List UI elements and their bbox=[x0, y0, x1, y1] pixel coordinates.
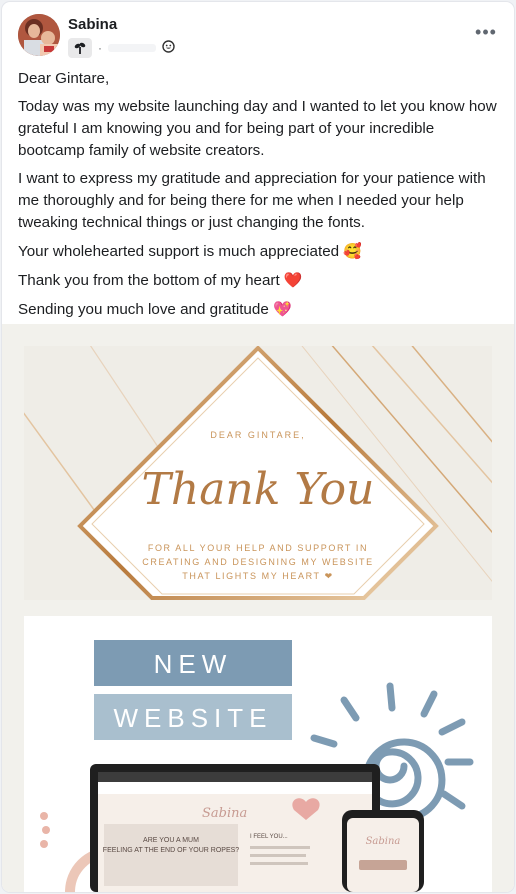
timestamp-blurred bbox=[108, 44, 156, 52]
message-line: CREATING AND DESIGNING MY WEBSITE bbox=[142, 557, 374, 567]
post-paragraph: Today was my website launching day and I… bbox=[18, 98, 497, 159]
svg-text:Sabina: Sabina bbox=[202, 806, 247, 821]
group-badge-icon[interactable] bbox=[68, 38, 92, 58]
post-media: DEAR GINTARE, Thank You FOR ALL YOUR HEL… bbox=[2, 324, 514, 892]
svg-text:Sabina: Sabina bbox=[366, 836, 401, 847]
post-text: Dear Gintare, Today was my website launc… bbox=[18, 68, 498, 327]
new-website-graphic: NEW WEBSITE Sabina ARE YOU A MUM FEELING… bbox=[24, 616, 492, 892]
message-line: THAT LIGHTS MY HEART ❤ bbox=[182, 571, 333, 581]
phone-mockup: Sabina bbox=[342, 810, 424, 892]
laptop-mockup: Sabina ARE YOU A MUM FEELING AT THE END … bbox=[90, 764, 380, 892]
post-header: Sabina · ••• bbox=[2, 2, 514, 64]
avatar-photo bbox=[18, 14, 60, 56]
post-paragraph-row: Sending you much love and gratitude 💖 bbox=[18, 298, 498, 321]
sparkling-heart-emoji-icon: 💖 bbox=[273, 300, 292, 318]
post-meta: · bbox=[68, 38, 175, 58]
post-paragraph: Dear Gintare, bbox=[18, 70, 110, 87]
post-paragraph-row: Thank you from the bottom of my heart ❤️ bbox=[18, 269, 498, 292]
red-heart-emoji-icon: ❤️ bbox=[283, 271, 303, 289]
author-name[interactable]: Sabina bbox=[68, 16, 117, 33]
post-paragraph: Your wholehearted support is much apprec… bbox=[18, 243, 340, 260]
post-card: Sabina · ••• Dear Gintare, Today was my … bbox=[2, 2, 514, 892]
message-line: FOR ALL YOUR HELP AND SUPPORT IN bbox=[148, 543, 368, 553]
laptop-heading: ARE YOU A MUM bbox=[143, 837, 199, 844]
banner-new-text: NEW bbox=[154, 649, 233, 679]
post-paragraph: Thank you from the bottom of my heart bbox=[18, 272, 280, 289]
thank-you-graphic: DEAR GINTARE, Thank You FOR ALL YOUR HEL… bbox=[24, 346, 492, 600]
audience-icon[interactable] bbox=[162, 40, 175, 56]
salutation-text: DEAR GINTARE, bbox=[210, 430, 305, 440]
post-paragraph: Sending you much love and gratitude bbox=[18, 301, 269, 318]
banner-website-text: WEBSITE bbox=[113, 703, 272, 733]
post-paragraph: I want to express my gratitude and appre… bbox=[18, 170, 486, 231]
laptop-heading: FEELING AT THE END OF YOUR ROPES? bbox=[103, 847, 240, 854]
laptop-side-heading: I FEEL YOU... bbox=[250, 834, 288, 840]
post-paragraph-row: Your wholehearted support is much apprec… bbox=[18, 240, 498, 263]
smiling-hearts-emoji-icon: 🥰 bbox=[343, 242, 363, 260]
thank-you-card-image[interactable]: DEAR GINTARE, Thank You FOR ALL YOUR HEL… bbox=[24, 346, 492, 600]
author-avatar[interactable] bbox=[18, 14, 60, 56]
meta-separator: · bbox=[98, 41, 102, 55]
new-website-image[interactable]: NEW WEBSITE Sabina ARE YOU A MUM FEELING… bbox=[24, 616, 492, 892]
thank-you-script: Thank You bbox=[142, 464, 375, 515]
more-options-icon[interactable]: ••• bbox=[472, 20, 500, 44]
